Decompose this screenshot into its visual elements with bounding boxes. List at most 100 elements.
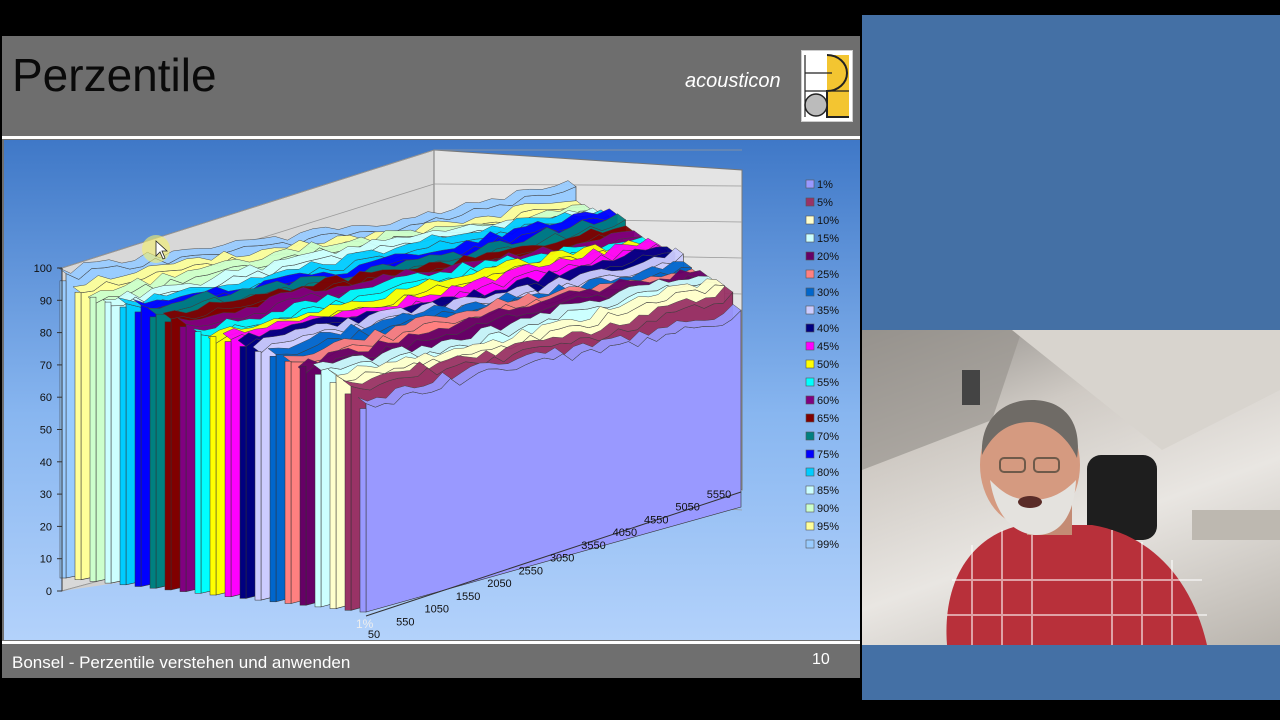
x-tick-label: 3050 xyxy=(550,553,574,565)
y-tick-label: 60 xyxy=(40,392,52,404)
series-ribbon-cap xyxy=(224,341,232,597)
legend-label: 15% xyxy=(817,233,839,245)
series-ribbon-cap xyxy=(329,382,337,609)
x-tick-label: 1550 xyxy=(456,591,480,603)
legend-label: 45% xyxy=(817,341,839,353)
legend-label: 95% xyxy=(817,521,839,533)
legend-swatch xyxy=(805,449,815,459)
series-ribbon-cap xyxy=(239,346,247,599)
x-tick-label: 3550 xyxy=(581,540,605,552)
y-tick-label: 40 xyxy=(40,457,52,469)
legend-swatch xyxy=(805,287,815,297)
legend-swatch xyxy=(805,359,815,369)
legend-swatch xyxy=(805,179,815,189)
series-ribbon-cap xyxy=(134,311,142,587)
legend-swatch xyxy=(805,413,815,423)
x-tick-label: 5550 xyxy=(707,489,731,501)
series-ribbon-cap xyxy=(314,374,322,608)
legend-label: 70% xyxy=(817,431,839,443)
legend-swatch xyxy=(805,395,815,405)
y-tick-label: 90 xyxy=(40,295,52,307)
chart-area: 0 10 20 30 40 50 60 70 80 90 100 50 550 1050 1550 2050… xyxy=(4,140,860,641)
series-ribbon-cap xyxy=(359,408,367,613)
slide-header: Perzentile acousticon xyxy=(2,36,860,136)
header-divider xyxy=(2,136,860,139)
legend-swatch xyxy=(805,377,815,387)
legend-label: 1% xyxy=(817,179,833,191)
y-tick-label: 100 xyxy=(34,263,52,275)
legend-label: 85% xyxy=(817,485,839,497)
legend-swatch xyxy=(805,503,815,513)
series-ribbon-cap xyxy=(344,393,352,611)
x-tick-label: 2550 xyxy=(519,565,543,577)
series-ribbon-cap xyxy=(299,365,307,606)
y-tick-label: 30 xyxy=(40,489,52,501)
legend-label: 90% xyxy=(817,503,839,515)
legend-swatch xyxy=(805,539,815,549)
legend-label: 80% xyxy=(817,467,839,479)
legend-label: 30% xyxy=(817,287,839,299)
series-ribbon-cap xyxy=(209,336,217,596)
acousticon-logo xyxy=(801,50,853,122)
legend-swatch xyxy=(805,305,815,315)
legend-label: 60% xyxy=(817,395,839,407)
y-tick-label: 20 xyxy=(40,521,52,533)
brand-name: acousticon xyxy=(685,70,781,92)
series-ribbon-cap xyxy=(179,326,187,592)
legend-label: 10% xyxy=(817,215,839,227)
series-ribbon-cap xyxy=(284,361,292,604)
series-ribbon-cap xyxy=(149,316,157,589)
legend-label: 75% xyxy=(817,449,839,461)
legend-label: 50% xyxy=(817,359,839,371)
x-tick-label: 2050 xyxy=(487,578,511,590)
legend-swatch xyxy=(805,485,815,495)
legend-swatch xyxy=(805,323,815,333)
y-tick-label: 10 xyxy=(40,554,52,566)
page-number: 10 xyxy=(812,651,830,668)
legend-swatch xyxy=(805,233,815,243)
y-tick-label: 80 xyxy=(40,328,52,340)
chart-y-axis: 0 10 20 30 40 50 60 70 80 90 100 xyxy=(34,263,63,598)
slide-footer: Bonsel - Perzentile verstehen und anwend… xyxy=(12,653,351,672)
front-series-label: 1% xyxy=(356,617,374,631)
series-ribbon-cap xyxy=(254,351,262,601)
y-tick-label: 70 xyxy=(40,360,52,372)
legend-swatch xyxy=(805,269,815,279)
legend-label: 65% xyxy=(817,413,839,425)
series-ribbon-cap xyxy=(89,296,97,582)
legend-swatch xyxy=(805,431,815,441)
legend-swatch xyxy=(805,215,815,225)
y-tick-label: 50 xyxy=(40,425,52,437)
x-tick-label: 4550 xyxy=(644,514,668,526)
series-ribbon-cap xyxy=(119,306,127,586)
legend-swatch xyxy=(805,251,815,261)
series-ribbon-cap xyxy=(74,291,82,580)
video-frame-top xyxy=(0,0,1280,15)
x-tick-label: 4050 xyxy=(613,527,637,539)
legend-swatch xyxy=(805,521,815,531)
x-tick-label: 1050 xyxy=(424,604,448,616)
series-ribbon-cap xyxy=(269,356,277,603)
x-tick-label: 550 xyxy=(396,616,414,628)
legend-label: 25% xyxy=(817,269,839,281)
presentation-slide: Perzentile acousticon 0 10 20 30 40 50 60 70 80 9… xyxy=(2,36,860,678)
legend-label: 40% xyxy=(817,323,839,335)
legend-swatch xyxy=(805,341,815,351)
series-ribbon-cap xyxy=(164,321,172,591)
series-ribbon-cap xyxy=(194,331,202,594)
legend-swatch xyxy=(805,467,815,477)
percentile-3d-chart: 0 10 20 30 4050 60 70 80 90 100 50 550 1050 1550 2050… xyxy=(34,149,839,641)
legend-label: 5% xyxy=(817,197,833,209)
series-ribbon-cap xyxy=(104,301,112,584)
legend-label: 20% xyxy=(817,251,839,263)
mouse-cursor xyxy=(142,235,170,263)
x-tick-label: 5050 xyxy=(675,502,699,514)
legend-swatch xyxy=(805,197,815,207)
chart-legend: 1% 5% 10% 15% 20% 25% 30% 35% 40% 45% 50% 55% 60% 65%… xyxy=(805,179,839,551)
y-tick-label: 0 xyxy=(46,586,52,598)
legend-label: 99% xyxy=(817,539,839,551)
footer-divider xyxy=(2,641,860,644)
webcam-video xyxy=(862,330,1280,645)
legend-label: 55% xyxy=(817,377,839,389)
legend-label: 35% xyxy=(817,305,839,317)
